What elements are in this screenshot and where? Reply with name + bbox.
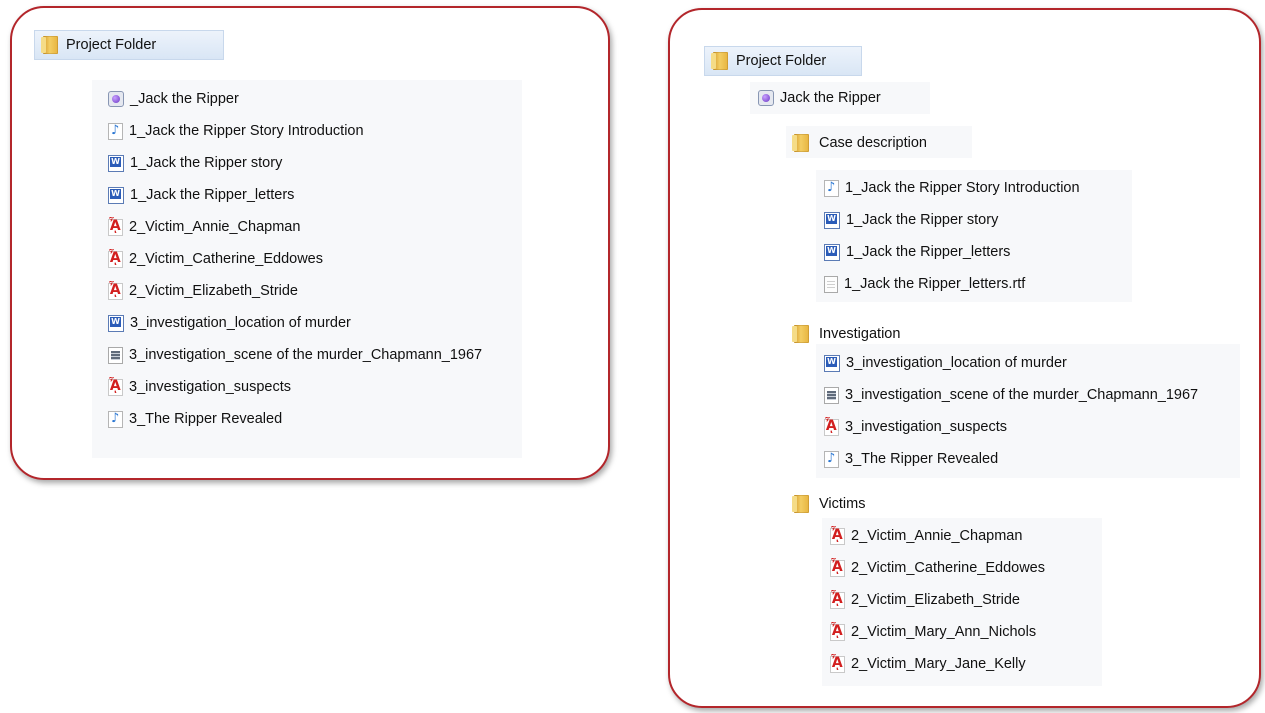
pdf-file-icon bbox=[830, 527, 845, 545]
app-icon bbox=[758, 90, 774, 106]
list-item[interactable]: 2_Victim_Elizabeth_Stride bbox=[830, 589, 1020, 611]
project-name: Jack the Ripper bbox=[780, 90, 881, 106]
file-name: 2_Victim_Annie_Chapman bbox=[129, 219, 301, 235]
file-name: 2_Victim_Mary_Jane_Kelly bbox=[851, 656, 1026, 672]
project-folder-label: Project Folder bbox=[736, 53, 827, 69]
pdf-file-icon bbox=[108, 378, 123, 396]
file-name: 1_Jack the Ripper_letters bbox=[846, 244, 1011, 260]
file-name: 1_Jack the Ripper story bbox=[130, 155, 283, 171]
list-item[interactable]: 2_Victim_Elizabeth_Stride bbox=[108, 280, 298, 302]
list-item[interactable]: 1_Jack the Ripper Story Introduction bbox=[108, 120, 364, 142]
file-name: 1_Jack the Ripper_letters bbox=[130, 187, 295, 203]
word-file-icon bbox=[824, 243, 840, 261]
list-item[interactable]: _Jack the Ripper bbox=[108, 88, 239, 110]
project-folder-header[interactable]: Project Folder bbox=[34, 30, 224, 60]
audio-file-icon bbox=[108, 410, 123, 428]
pdf-file-icon bbox=[830, 591, 845, 609]
pdf-file-icon bbox=[108, 250, 123, 268]
folder-name: Case description bbox=[819, 135, 927, 151]
audio-file-icon bbox=[824, 450, 839, 468]
tree-folder-view-panel: Project Folder Jack the Ripper Case desc… bbox=[668, 8, 1261, 708]
word-file-icon bbox=[108, 314, 124, 332]
list-item[interactable]: 2_Victim_Mary_Ann_Nichols bbox=[830, 621, 1036, 643]
project-folder-header[interactable]: Project Folder bbox=[704, 46, 862, 76]
list-item[interactable]: 3_investigation_location of murder bbox=[108, 312, 351, 334]
file-name: 3_investigation_scene of the murder_Chap… bbox=[845, 387, 1199, 403]
list-item[interactable]: 3_The Ripper Revealed bbox=[824, 448, 998, 470]
list-item[interactable]: 1_Jack the Ripper_letters.rtf bbox=[824, 273, 1025, 295]
list-item[interactable]: 3_investigation_scene of the murder_Chap… bbox=[108, 344, 482, 366]
word-file-icon bbox=[108, 186, 124, 204]
pdf-file-icon bbox=[830, 559, 845, 577]
list-item[interactable]: 3_investigation_location of murder bbox=[824, 352, 1067, 374]
file-name: 1_Jack the Ripper_letters.rtf bbox=[844, 276, 1026, 292]
audio-file-icon bbox=[108, 122, 123, 140]
pdf-file-icon bbox=[108, 218, 123, 236]
file-name: 1_Jack the Ripper Story Introduction bbox=[129, 123, 364, 139]
file-name: 3_investigation_suspects bbox=[129, 379, 292, 395]
file-name: 3_investigation_location of murder bbox=[846, 355, 1067, 371]
file-name: 3_investigation_suspects bbox=[845, 419, 1008, 435]
file-name: 3_investigation_scene of the murder_Chap… bbox=[129, 347, 483, 363]
app-icon bbox=[108, 91, 124, 107]
file-name: 2_Victim_Annie_Chapman bbox=[851, 528, 1023, 544]
file-name: 1_Jack the Ripper story bbox=[846, 212, 999, 228]
project-item[interactable]: Jack the Ripper bbox=[758, 87, 881, 109]
folder-investigation[interactable]: Investigation bbox=[792, 322, 901, 346]
file-name: 2_Victim_Elizabeth_Stride bbox=[129, 283, 298, 299]
file-name: _Jack the Ripper bbox=[130, 91, 239, 107]
file-name: 2_Victim_Catherine_Eddowes bbox=[129, 251, 323, 267]
list-item[interactable]: 1_Jack the Ripper Story Introduction bbox=[824, 177, 1080, 199]
pdf-file-icon bbox=[830, 623, 845, 641]
list-item[interactable]: 1_Jack the Ripper story bbox=[108, 152, 282, 174]
file-name: 2_Victim_Elizabeth_Stride bbox=[851, 592, 1020, 608]
file-name: 2_Victim_Mary_Ann_Nichols bbox=[851, 624, 1037, 640]
list-item[interactable]: 3_investigation_scene of the murder_Chap… bbox=[824, 384, 1198, 406]
list-item[interactable]: 3_investigation_suspects bbox=[108, 376, 291, 398]
list-item[interactable]: 3_investigation_suspects bbox=[824, 416, 1007, 438]
file-name: 3_investigation_location of murder bbox=[130, 315, 351, 331]
file-name: 3_The Ripper Revealed bbox=[129, 411, 283, 427]
list-item[interactable]: 1_Jack the Ripper story bbox=[824, 209, 998, 231]
project-folder-label: Project Folder bbox=[66, 37, 157, 53]
file-name: 2_Victim_Catherine_Eddowes bbox=[851, 560, 1045, 576]
folder-victims[interactable]: Victims bbox=[792, 492, 866, 516]
list-item[interactable]: 1_Jack the Ripper_letters bbox=[108, 184, 294, 206]
folder-icon bbox=[711, 52, 728, 70]
folder-name: Investigation bbox=[819, 326, 901, 342]
list-item[interactable]: 2_Victim_Mary_Jane_Kelly bbox=[830, 653, 1026, 675]
text-file-icon bbox=[824, 275, 838, 293]
folder-icon bbox=[792, 495, 809, 513]
list-item[interactable]: 2_Victim_Annie_Chapman bbox=[108, 216, 300, 238]
pdf-file-icon bbox=[824, 418, 839, 436]
folder-case-description[interactable]: Case description bbox=[792, 131, 927, 155]
folder-name: Victims bbox=[819, 496, 866, 512]
image-file-icon bbox=[108, 346, 123, 364]
word-file-icon bbox=[824, 211, 840, 229]
folder-icon bbox=[792, 134, 809, 152]
list-item[interactable]: 2_Victim_Catherine_Eddowes bbox=[830, 557, 1045, 579]
file-name: 3_The Ripper Revealed bbox=[845, 451, 999, 467]
list-item[interactable]: 1_Jack the Ripper_letters bbox=[824, 241, 1010, 263]
list-item[interactable]: 2_Victim_Catherine_Eddowes bbox=[108, 248, 323, 270]
pdf-file-icon bbox=[108, 282, 123, 300]
word-file-icon bbox=[824, 354, 840, 372]
word-file-icon bbox=[108, 154, 124, 172]
folder-icon bbox=[792, 325, 809, 343]
pdf-file-icon bbox=[830, 655, 845, 673]
list-item[interactable]: 2_Victim_Annie_Chapman bbox=[830, 525, 1022, 547]
list-item[interactable]: 3_The Ripper Revealed bbox=[108, 408, 282, 430]
folder-icon bbox=[41, 36, 58, 54]
image-file-icon bbox=[824, 386, 839, 404]
file-name: 1_Jack the Ripper Story Introduction bbox=[845, 180, 1080, 196]
audio-file-icon bbox=[824, 179, 839, 197]
flat-folder-view-panel: Project Folder _Jack the Ripper 1_Jack t… bbox=[10, 6, 610, 480]
